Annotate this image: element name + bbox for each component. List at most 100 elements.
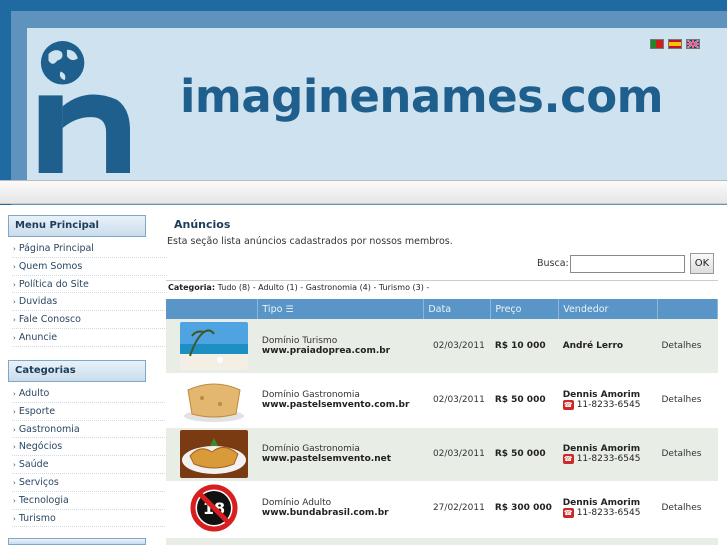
seller-name[interactable]: Dennis Amorim — [563, 444, 658, 454]
sidebar-item-fale-conosco[interactable]: › Fale Conosco — [12, 311, 167, 329]
category-item-gastronomia[interactable]: › Gastronomia — [12, 421, 167, 439]
col-image-header — [166, 299, 259, 319]
details-link[interactable]: Detalhes — [657, 481, 718, 536]
category-item-adulto[interactable]: › Adulto — [12, 385, 167, 403]
phone-icon: ☎ — [562, 400, 574, 410]
table-row[interactable]: 18 Domínio Adulto www.bundabrasil.com.br… — [166, 481, 718, 536]
domain-link[interactable]: www.bundabrasil.com.br — [262, 508, 424, 518]
category-item-label: Esporte — [18, 405, 56, 417]
sidebar-item-label: Política do Site — [18, 278, 89, 290]
logo-icon[interactable] — [30, 33, 130, 173]
seller-name[interactable]: Dennis Amorim — [563, 498, 658, 508]
arrow-icon: › — [13, 298, 16, 307]
arrow-icon: › — [13, 407, 16, 416]
category-item-turismo[interactable]: › Turismo — [12, 510, 167, 528]
seller-name[interactable]: André Lerro — [563, 341, 658, 351]
price-cell: R$ 10 000 — [490, 319, 559, 374]
es-flag-icon[interactable] — [668, 39, 682, 49]
category-item-servicos[interactable]: › Serviços — [12, 474, 167, 492]
table-row[interactable]: Domínio Gastronomia www.pastelsemvento.n… — [166, 427, 718, 482]
category-item-negocios[interactable]: › Negócios — [12, 438, 167, 457]
category-item-label: Turismo — [18, 512, 56, 524]
sidebar-item-pagina-principal[interactable]: › Página Principal — [12, 240, 167, 258]
sidebar-item-duvidas[interactable]: › Duvidas — [12, 293, 167, 312]
row-thumb-cell: 18 — [166, 481, 258, 536]
pastel-image[interactable] — [179, 376, 248, 424]
domain-link[interactable]: www.praiadoprea.com.br — [262, 346, 424, 356]
details-link[interactable]: Detalhes — [657, 427, 718, 482]
row-tipo-cell: Domínio Turismo www.praiadoprea.com.br — [257, 319, 424, 374]
sidebar-item-politica[interactable]: › Política do Site — [12, 276, 167, 294]
tipo-label: Domínio Gastronomia — [261, 390, 360, 400]
sidebar-item-anuncie[interactable]: › Anuncie — [12, 329, 167, 347]
table-row[interactable]: Domínio Turismo www.praiadoprea.com.br 0… — [166, 319, 718, 374]
brand-title[interactable]: imaginenames.com — [180, 70, 664, 123]
tipo-label: Domínio Adulto — [261, 498, 332, 508]
date-cell: 02/03/2011 — [423, 427, 491, 482]
phone-number: 11-8233-6545 — [576, 508, 641, 518]
arrow-icon: › — [13, 390, 16, 398]
seller-phone: ☎ 11-8233-6545 — [562, 508, 658, 518]
pt-flag-icon[interactable] — [650, 39, 664, 49]
en-flag-icon[interactable] — [686, 39, 700, 49]
sort-icon[interactable]: ☰ — [285, 305, 293, 315]
search-label: Busca: — [537, 258, 569, 269]
categoria-label: Categoria: — [168, 283, 216, 292]
category-filter-bar: Categoria: Tudo (8) - Adulto (1) - Gastr… — [166, 280, 718, 294]
details-link[interactable]: Detalhes — [657, 373, 718, 428]
adult-18-image[interactable]: 18 — [179, 484, 248, 532]
seller-cell: Dennis Amorim ☎ 11-8233-6545 — [558, 427, 658, 482]
price-cell: R$ 50 000 — [490, 373, 559, 428]
language-flags — [650, 39, 700, 49]
category-item-label: Adulto — [18, 388, 50, 399]
arrow-icon: › — [13, 280, 16, 289]
phone-icon: ☎ — [562, 508, 574, 518]
categorias-label: Categorias — [15, 365, 76, 376]
phone-number: 11-8233-6545 — [576, 400, 641, 410]
row-tipo-cell: Domínio Gastronomia www.pastelsemvento.c… — [257, 373, 424, 428]
row-tipo-cell: Domínio Gastronomia www.pastelsemvento.n… — [257, 427, 424, 482]
phone-number: 11-8233-6545 — [576, 454, 641, 464]
page-title: Anúncios — [174, 218, 231, 231]
nav-bar — [0, 180, 727, 204]
col-data-header[interactable]: Data — [423, 299, 492, 319]
arrow-icon: › — [13, 496, 16, 505]
beach-image[interactable] — [179, 321, 248, 370]
domain-link[interactable]: www.pastelsemvento.com.br — [262, 400, 424, 410]
col-tipo-header[interactable]: Tipo ☰ — [257, 299, 425, 319]
arrow-icon: › — [13, 514, 16, 523]
category-item-label: Negócios — [18, 441, 63, 453]
col-tipo-label: Tipo — [262, 303, 283, 315]
arrow-icon: › — [13, 461, 16, 470]
seller-phone: ☎ 11-8233-6545 — [562, 454, 658, 464]
search-ok-button[interactable]: OK — [690, 253, 714, 274]
categorias-list: › Adulto › Esporte › Gastronomia › Negócios … — [12, 385, 167, 528]
tipo-label: Domínio Turismo — [261, 335, 338, 346]
row-tipo-cell: Domínio Adulto www.bundabrasil.com.br — [257, 481, 424, 536]
arrow-icon: › — [13, 478, 16, 487]
row-thumb-cell — [166, 373, 258, 428]
sidebar-item-label: Duvidas — [18, 296, 58, 308]
table-row[interactable]: Domínio Gastronomia www.pastelsemvento.c… — [166, 373, 718, 428]
col-vendedor-header[interactable]: Vendedor — [558, 299, 658, 319]
details-link[interactable]: Detalhes — [657, 319, 718, 374]
arrow-icon: › — [13, 245, 16, 253]
col-preco-header[interactable]: Preço — [490, 299, 560, 319]
pastel-plate-image[interactable] — [179, 430, 248, 478]
category-item-label: Gastronomia — [18, 423, 80, 435]
search-input[interactable] — [570, 255, 685, 273]
row-thumb-cell — [166, 319, 258, 374]
col-detalhes-header — [657, 299, 718, 319]
seller-name[interactable]: Dennis Amorim — [563, 390, 658, 400]
sidebar-item-quem-somos[interactable]: › Quem Somos — [12, 258, 167, 276]
categoria-links[interactable]: Tudo (8) - Adulto (1) - Gastronomia (4) … — [218, 283, 430, 292]
domain-link[interactable]: www.pastelsemvento.net — [262, 454, 424, 464]
category-item-saude[interactable]: › Saúde — [12, 456, 167, 474]
seller-cell: Dennis Amorim ☎ 11-8233-6545 — [558, 481, 658, 536]
sidebar-item-label: Quem Somos — [18, 260, 83, 272]
date-cell: 02/03/2011 — [423, 319, 491, 374]
arrow-icon: › — [13, 333, 16, 342]
category-item-tecnologia[interactable]: › Tecnologia — [12, 492, 167, 510]
category-item-esporte[interactable]: › Esporte — [12, 403, 167, 421]
menu-principal-label: Menu Principal — [15, 220, 99, 231]
